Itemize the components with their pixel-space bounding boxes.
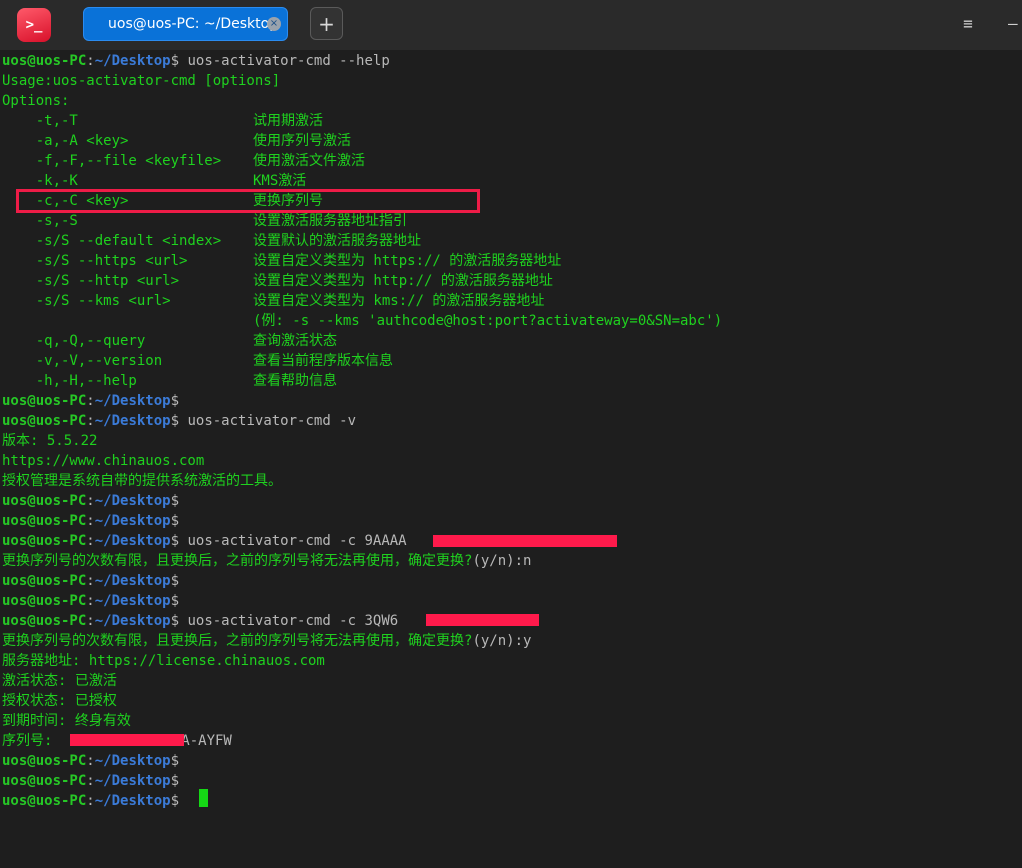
title-bar: >_ uos@uos-PC: ~/Desktop × + ≡ – xyxy=(0,0,1022,50)
terminal-line: uos@uos-PC:~/Desktop$ xyxy=(2,793,180,809)
option-row: -a,-A <key> 使用序列号激活 xyxy=(2,133,351,149)
options-header: Options: xyxy=(2,93,70,109)
tab-terminal[interactable]: uos@uos-PC: ~/Desktop × xyxy=(83,7,288,41)
terminal-line: uos@uos-PC:~/Desktop$ xyxy=(2,513,180,529)
tab-title: uos@uos-PC: ~/Desktop xyxy=(108,16,279,32)
option-row: -f,-F,--file <keyfile> 使用激活文件激活 xyxy=(2,153,365,169)
option-row: -s/S --kms <url> 设置自定义类型为 kms:// 的激活服务器地址 xyxy=(2,293,545,309)
expiry-line: 到期时间: 终身有效 xyxy=(2,713,131,729)
authorization-status-line: 授权状态: 已授权 xyxy=(2,693,117,709)
url-line: https://www.chinauos.com xyxy=(2,453,205,469)
option-row: -s/S --default <index> 设置默认的激活服务器地址 xyxy=(2,233,421,249)
redaction-mark xyxy=(70,734,184,746)
activation-status-line: 激活状态: 已激活 xyxy=(2,673,117,689)
terminal-line: uos@uos-PC:~/Desktop$ xyxy=(2,393,180,409)
terminal-line: uos@uos-PC:~/Desktop$ xyxy=(2,593,180,609)
terminal-line: uos@uos-PC:~/Desktop$ xyxy=(2,773,180,789)
terminal-line: uos@uos-PC:~/Desktop$ uos-activator-cmd … xyxy=(2,53,390,69)
terminal-line: uos@uos-PC:~/Desktop$ xyxy=(2,753,180,769)
terminal-line: uos@uos-PC:~/Desktop$ xyxy=(2,573,180,589)
terminal-output[interactable]: uos@uos-PC:~/Desktop$ uos-activator-cmd … xyxy=(0,50,1022,868)
option-row: -s,-S 设置激活服务器地址指引 xyxy=(2,213,407,229)
description-line: 授权管理是系统自带的提供系统激活的工具。 xyxy=(2,473,282,489)
highlight-box xyxy=(16,189,480,213)
confirm-line: 更换序列号的次数有限，且更换后，之前的序列号将无法再使用，确定更换?(y/n):… xyxy=(2,553,532,569)
terminal-line: uos@uos-PC:~/Desktop$ uos-activator-cmd … xyxy=(2,613,399,629)
terminal-icon[interactable]: >_ xyxy=(17,8,51,42)
redaction-mark xyxy=(433,535,617,547)
menu-icon[interactable]: ≡ xyxy=(958,14,978,34)
option-row: -v,-V,--version 查看当前程序版本信息 xyxy=(2,353,393,369)
option-row: -h,-H,--help 查看帮助信息 xyxy=(2,373,337,389)
option-row: -t,-T 试用期激活 xyxy=(2,113,323,129)
server-line: 服务器地址: https://license.chinauos.com xyxy=(2,653,325,669)
terminal-line: uos@uos-PC:~/Desktop$ xyxy=(2,493,180,509)
option-row: -s/S --http <url> 设置自定义类型为 http:// 的激活服务器… xyxy=(2,273,553,289)
confirm-line: 更换序列号的次数有限，且更换后，之前的序列号将无法再使用，确定更换?(y/n):… xyxy=(2,633,532,649)
usage-line: Usage:uos-activator-cmd [options] xyxy=(2,73,281,89)
close-icon[interactable]: × xyxy=(267,17,281,31)
version-line: 版本: 5.5.22 xyxy=(2,433,98,449)
terminal-line: uos@uos-PC:~/Desktop$ uos-activator-cmd … xyxy=(2,413,357,429)
new-tab-button[interactable]: + xyxy=(310,7,343,40)
option-row: -s/S --https <url> 设置自定义类型为 https:// 的激活服… xyxy=(2,253,562,269)
terminal-cursor xyxy=(199,789,208,807)
option-row: -k,-K KMS激活 xyxy=(2,173,307,189)
option-row: (例: -s --kms 'authcode@host:port?activat… xyxy=(253,313,723,329)
option-row: -q,-Q,--query 查询激活状态 xyxy=(2,333,337,349)
redaction-mark xyxy=(426,614,539,626)
terminal-line: uos@uos-PC:~/Desktop$ uos-activator-cmd … xyxy=(2,533,407,549)
minimize-icon[interactable]: – xyxy=(1008,14,1022,34)
